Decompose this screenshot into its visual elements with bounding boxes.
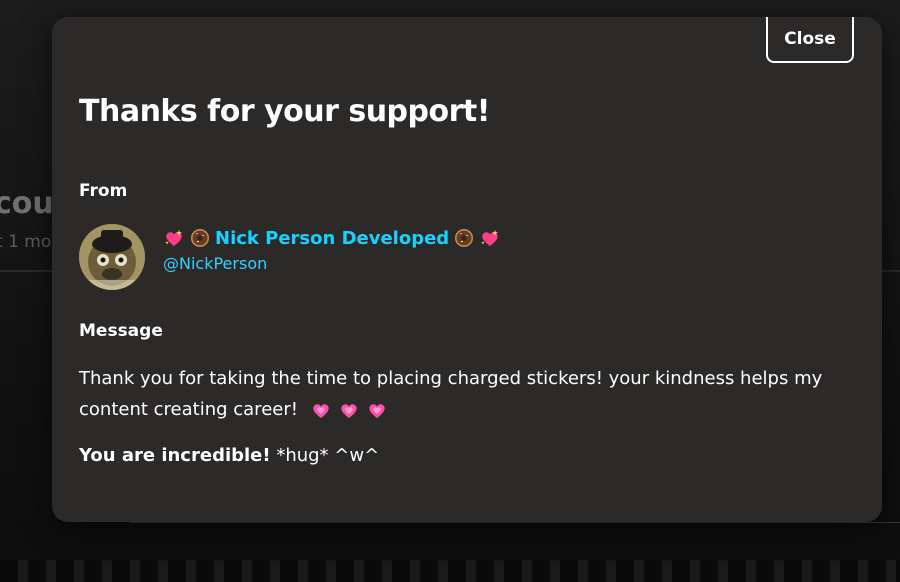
from-label: From	[79, 181, 128, 201]
background-footer	[0, 560, 900, 582]
sender-handle[interactable]: @NickPerson	[163, 254, 501, 273]
sparkling-heart-icon	[481, 230, 499, 246]
message-body: Thank you for taking the time to placing…	[79, 363, 859, 425]
pink-heart-icon	[340, 404, 357, 418]
avatar[interactable]	[79, 224, 145, 290]
closing-rest: *hug* ^w^	[270, 445, 380, 466]
sparkling-heart-icon	[165, 230, 182, 246]
closing-line: You are incredible! *hug* ^w^	[79, 445, 379, 466]
sender-name-row[interactable]: Nick Person Developed	[163, 227, 501, 249]
support-thanks-modal: Close Thanks for your support! From Nick…	[52, 17, 882, 522]
background-table	[130, 522, 900, 531]
heart-emoji-group	[310, 399, 388, 421]
avatar-image	[79, 224, 145, 290]
sender-info: Nick Person Developed @NickPerson	[163, 227, 501, 273]
sender-display-name: Nick Person Developed	[215, 227, 450, 249]
donut-icon	[191, 229, 209, 247]
background-title: cou	[0, 186, 54, 221]
message-text: Thank you for taking the time to placing…	[79, 368, 823, 420]
modal-title: Thanks for your support!	[79, 94, 490, 129]
close-button[interactable]: Close	[766, 17, 854, 63]
message-label: Message	[79, 321, 163, 341]
pink-heart-icon	[368, 404, 385, 418]
pink-heart-icon	[312, 404, 329, 418]
closing-bold: You are incredible!	[79, 445, 271, 466]
background-subtitle: t 1 mo	[0, 232, 52, 252]
donut-icon	[455, 229, 474, 247]
